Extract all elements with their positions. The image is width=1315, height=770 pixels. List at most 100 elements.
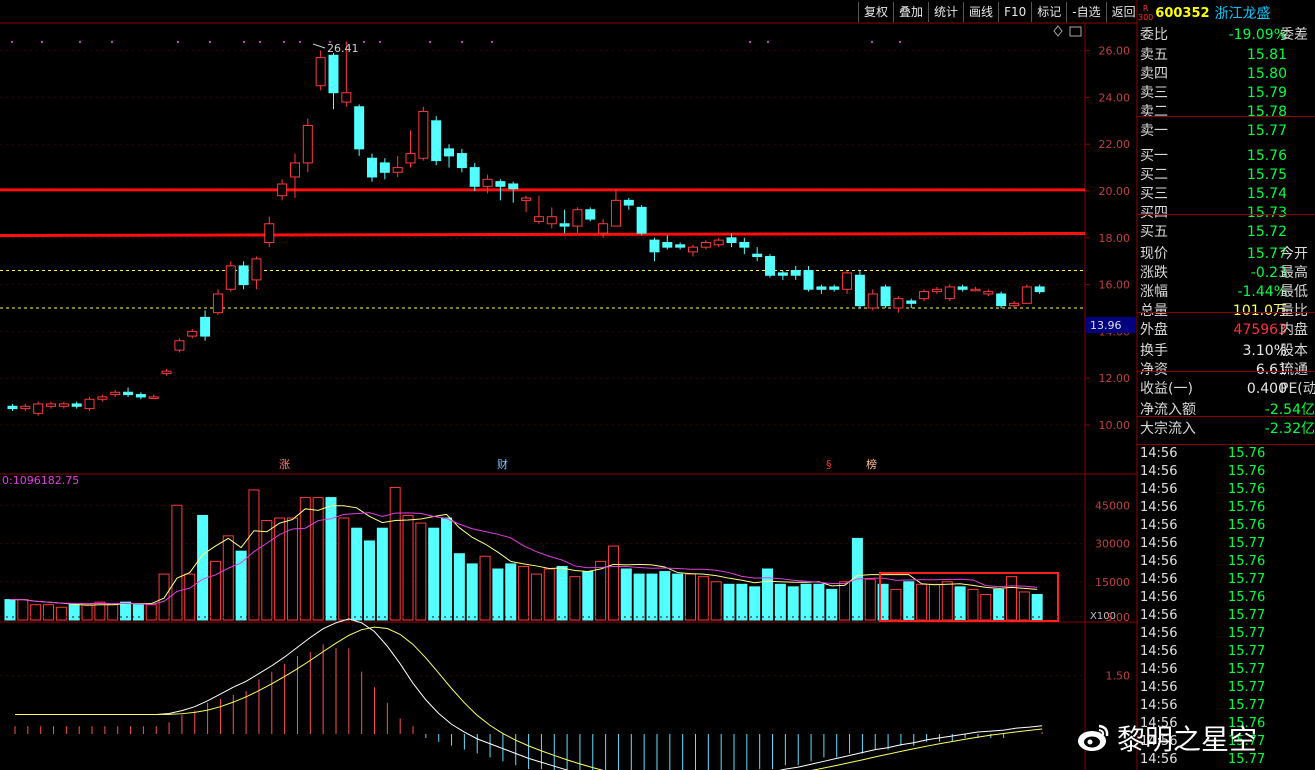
quote-row: 卖五 15.81 (1138, 46, 1315, 65)
resistance-line (0, 231, 1086, 237)
signal-dot (490, 40, 494, 44)
volume-bar (967, 588, 979, 621)
stock-name[interactable]: 浙江龙盛 (1215, 3, 1271, 23)
signal-dot (328, 40, 332, 44)
panel-divider (1138, 444, 1315, 445)
volume-bar (505, 563, 517, 621)
candle-body (187, 330, 198, 337)
candle-body (135, 394, 146, 398)
volume-bar (582, 571, 594, 621)
toolbar-button[interactable]: 标记 (1031, 2, 1066, 22)
candle-body (803, 270, 814, 290)
y-tick-label: 20.00 (1099, 185, 1131, 198)
quote-value: 15.78 (1246, 104, 1287, 120)
candle-body (983, 291, 994, 295)
quote-row: 涨跌 -0.23 最高 (1138, 264, 1315, 283)
signal-dot (10, 40, 14, 44)
volume-bar (954, 586, 966, 621)
quote-value: 15.72 (1246, 224, 1287, 240)
volume-bar (441, 517, 453, 621)
quote-label: 现价 (1140, 246, 1168, 262)
quote-value: 15.79 (1246, 85, 1287, 101)
kline-chart[interactable]: 10.0012.0014.0016.0018.0020.0022.0024.00… (0, 0, 1138, 770)
volume-bar (1005, 576, 1017, 621)
volume-tick-label: 30000 (1095, 538, 1130, 551)
tick-time: 14:56 (1140, 464, 1178, 479)
quote-value: 15.77 (1246, 123, 1287, 139)
volume-bar (800, 583, 812, 621)
signal-dot (898, 40, 902, 44)
tick-price: 15.77 (1228, 698, 1266, 713)
volume-bar (197, 514, 209, 621)
quote-row: 卖二 15.78 (1138, 103, 1315, 122)
quote-row: 换手 3.10% 股本 (1138, 342, 1315, 361)
quote-row: 外盘 475963 内盘 (1138, 321, 1315, 340)
quote-row: 现价 15.77 今开 (1138, 245, 1315, 264)
candle-body (996, 293, 1007, 307)
candle-body (225, 265, 236, 290)
quote-label: 大宗流入 (1140, 421, 1196, 437)
toolbar-button[interactable]: F10 (998, 2, 1031, 22)
volume-bar (813, 583, 825, 621)
volume-bar (325, 497, 337, 621)
volume-bar (402, 514, 414, 621)
toolbar-button[interactable]: 返回 (1105, 2, 1141, 22)
toolbar-button[interactable]: 复权 (858, 2, 893, 22)
quote-row: 卖四 15.80 (1138, 65, 1315, 84)
candle-body (328, 54, 339, 94)
toolbar-button[interactable]: 统计 (928, 2, 963, 22)
y-tick-label: 24.00 (1099, 91, 1131, 104)
tick-row: 14:56 15.76 (1140, 517, 1315, 535)
signal-dot (242, 40, 246, 44)
volume-bar (980, 594, 992, 621)
quote-label: 涨幅 (1140, 284, 1168, 300)
window-icon (1069, 26, 1082, 37)
stock-code[interactable]: 600352 (1155, 6, 1209, 21)
candle-body (97, 396, 108, 400)
volume-bar (993, 588, 1005, 621)
stock-header: R 300 600352 浙江龙盛 (1138, 3, 1271, 23)
candle-body (7, 405, 18, 410)
tick-time: 14:56 (1140, 590, 1178, 605)
tick-time: 14:56 (1140, 698, 1178, 713)
tick-price: 15.77 (1228, 662, 1266, 677)
toolbar-button[interactable]: 画线 (963, 2, 998, 22)
tick-row: 14:56 15.77 (1140, 607, 1315, 625)
quote-label: 买一 (1140, 148, 1168, 164)
candle-body (854, 274, 865, 307)
volume-bar (890, 588, 902, 621)
volume-bar (81, 604, 93, 621)
tick-time: 14:56 (1140, 482, 1178, 497)
candle-body (610, 199, 621, 227)
quote-label: 涨跌 (1140, 265, 1168, 281)
tick-time: 14:56 (1140, 626, 1178, 641)
quote-row: 大宗流入 -2.32亿 (1138, 420, 1315, 439)
y-tick-label: 10.00 (1099, 419, 1131, 432)
signal-dot (428, 40, 432, 44)
event-marker: 涨 (279, 458, 290, 471)
quote-value: 15.81 (1246, 47, 1287, 63)
candle-body (33, 403, 44, 414)
quote-value: -19.09% (1228, 27, 1287, 43)
weibo-watermark: 黎明之星空 (1075, 718, 1257, 758)
tick-row: 14:56 15.77 (1140, 661, 1315, 679)
quote-row: 买三 15.74 (1138, 185, 1315, 204)
panel-divider (1138, 214, 1315, 215)
volume-bar (364, 540, 376, 621)
signal-dot (78, 40, 82, 44)
volume-bar (158, 573, 170, 621)
signal-dot (460, 40, 464, 44)
volume-bar (145, 604, 157, 621)
quote-label: 卖一 (1140, 123, 1168, 139)
volume-bar (389, 486, 401, 621)
quote-value: -2.54亿 (1264, 402, 1315, 418)
candle-body (238, 265, 249, 286)
candle-body (200, 316, 211, 337)
signal-dot (110, 40, 114, 44)
toolbar-button[interactable]: 叠加 (893, 2, 928, 22)
candle-body (765, 256, 776, 276)
tick-price: 15.77 (1228, 626, 1266, 641)
panel-divider (1138, 371, 1315, 372)
toolbar-button[interactable]: -自选 (1066, 2, 1105, 22)
volume-bar (749, 586, 761, 621)
